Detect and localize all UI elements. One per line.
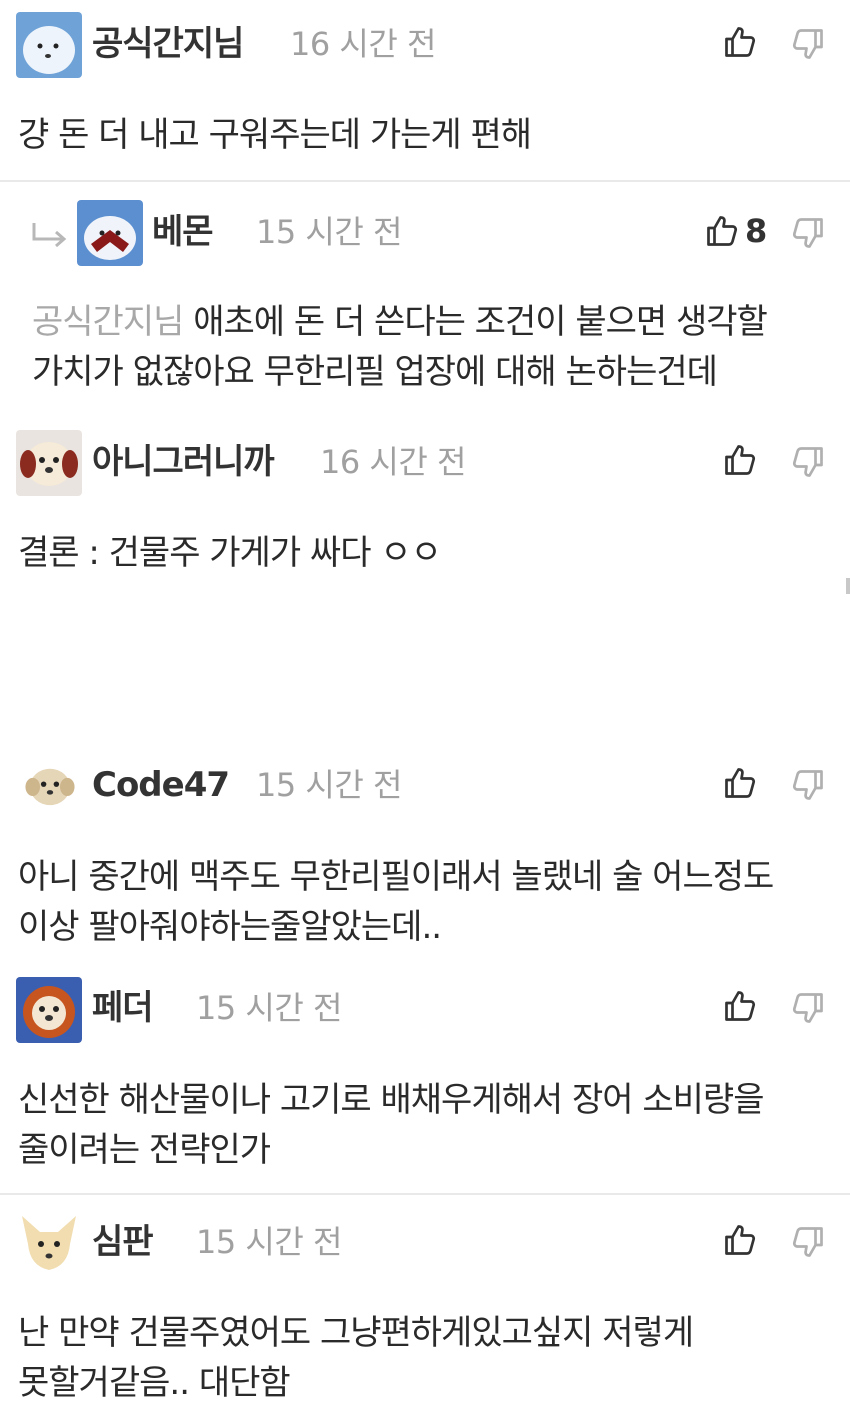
avatar[interactable] [16, 430, 82, 496]
nickname[interactable]: 베몬 [152, 212, 214, 252]
dislike-button[interactable] [790, 444, 826, 480]
avatar[interactable] [77, 200, 143, 266]
dislike-button[interactable] [790, 990, 826, 1026]
like-button[interactable] [722, 1222, 758, 1258]
thumbs-up-icon [725, 1225, 756, 1255]
nickname[interactable]: Code47 [92, 765, 230, 805]
dislike-button[interactable] [790, 215, 826, 251]
nickname[interactable]: 페더 [92, 988, 154, 1028]
timestamp: 15 시간 전 [196, 989, 342, 1027]
comment-text: 공식간지님 애초에 돈 더 쓴다는 조건이 붙으면 생각할 가치가 없잖아요 무… [32, 297, 832, 397]
like-button[interactable] [722, 988, 758, 1024]
timestamp: 15 시간 전 [196, 1223, 342, 1261]
avatar[interactable] [16, 977, 82, 1043]
mention[interactable]: 공식간지님 [32, 302, 184, 342]
comment-text: 신선한 해산물이나 고기로 배채우게해서 장어 소비량을 줄이려는 전략인가 [18, 1080, 764, 1170]
like-button[interactable] [704, 213, 740, 249]
timestamp: 16 시간 전 [320, 443, 466, 481]
thumbs-up-icon [707, 216, 738, 246]
avatar[interactable] [20, 756, 80, 816]
like-button[interactable] [722, 765, 758, 801]
thumbs-up-icon [725, 27, 756, 57]
avatar[interactable] [16, 12, 82, 78]
thumbs-down-icon [792, 447, 823, 477]
comment-text: 걍 돈 더 내고 구워주는데 가는게 편해 [18, 115, 532, 155]
thumbs-up-icon [725, 991, 756, 1021]
like-button[interactable] [722, 442, 758, 478]
comment-text: 난 만약 건물주였어도 그냥편하게있고싶지 저렇게 못할거같음.. 대단함 [18, 1313, 694, 1403]
divider [0, 180, 850, 182]
thumbs-down-icon [792, 218, 823, 248]
dislike-button[interactable] [790, 1224, 826, 1260]
dislike-button[interactable] [790, 26, 826, 62]
comment-text: 결론 : 건물주 가게가 싸다 ㅇㅇ [18, 533, 442, 573]
avatar[interactable] [16, 1210, 82, 1276]
thumbs-down-icon [792, 29, 823, 59]
dislike-button[interactable] [790, 767, 826, 803]
reply-arrow-icon [30, 221, 70, 251]
divider [0, 1193, 850, 1195]
thumbs-down-icon [792, 993, 823, 1023]
nickname[interactable]: 공식간지님 [92, 24, 244, 64]
like-count: 8 [745, 212, 768, 250]
nickname[interactable]: 아니그러니까 [92, 442, 275, 482]
comment-text: 아니 중간에 맥주도 무한리필이래서 놀랬네 술 어느정도 이상 팔아줘야하는줄… [18, 857, 774, 947]
thumbs-up-icon [725, 445, 756, 475]
thumbs-up-icon [725, 768, 756, 798]
thumbs-down-icon [792, 1227, 823, 1257]
nickname[interactable]: 심판 [92, 1222, 154, 1262]
timestamp: 15 시간 전 [256, 213, 402, 251]
thumbs-down-icon [792, 770, 823, 800]
scrollbar[interactable] [846, 578, 850, 594]
comment-header: 공식간지님 16 시간 전 [0, 0, 850, 78]
like-button[interactable] [722, 24, 758, 60]
timestamp: 15 시간 전 [256, 766, 402, 804]
timestamp: 16 시간 전 [290, 25, 436, 63]
